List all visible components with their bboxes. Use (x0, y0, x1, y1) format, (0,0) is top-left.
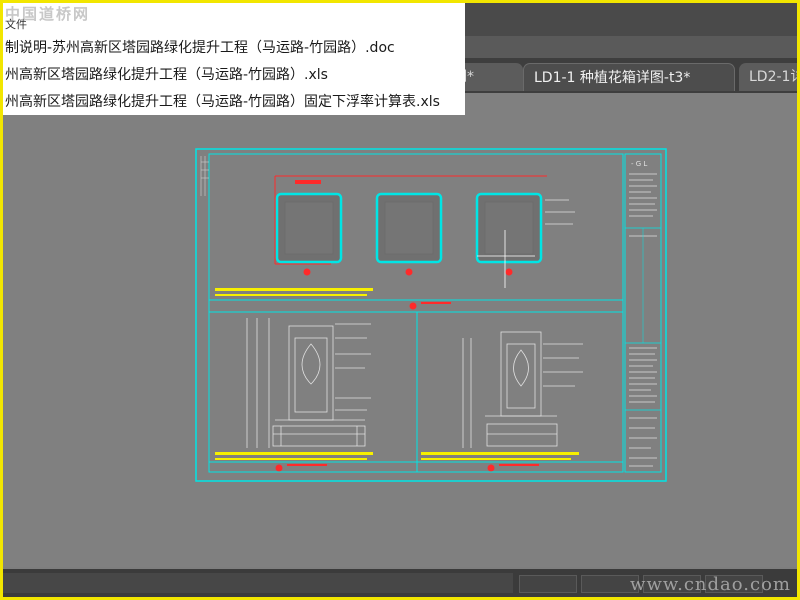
elevation-view-2 (421, 331, 583, 472)
command-line[interactable] (3, 573, 513, 593)
svg-text:- G L: - G L (631, 160, 647, 168)
layout-tab[interactable] (519, 575, 577, 593)
title-block: - G L (624, 153, 662, 473)
recent-file-item[interactable]: 制说明-苏州高新区塔园路绿化提升工程（马运路-竹园路）.doc (5, 37, 395, 57)
planter-plan-1 (275, 180, 343, 276)
site-watermark: www.cndao.com (630, 574, 791, 595)
elevation-view-1 (215, 318, 373, 472)
app-window: 明* LD1-1 种植花箱详图-t3* LD2-1详 - G L (0, 0, 800, 600)
binding-strip (200, 156, 209, 196)
planter-plan-3 (475, 192, 575, 288)
planter-plan-2 (375, 192, 443, 276)
plan-title (215, 288, 451, 310)
drawing-sheet: - G L (195, 148, 667, 482)
drawing-canvas[interactable]: - G L (3, 93, 797, 567)
tab-active-drawing[interactable]: LD1-1 种植花箱详图-t3* (523, 63, 735, 91)
popup-header-label: 文件 (5, 18, 27, 31)
recent-files-popup: 中国道桥网 文件 制说明-苏州高新区塔园路绿化提升工程（马运路-竹园路）.doc… (3, 3, 465, 115)
recent-file-item[interactable]: 州高新区塔园路绿化提升工程（马运路-竹园路）.xls (5, 64, 328, 84)
recent-file-item[interactable]: 州高新区塔园路绿化提升工程（马运路-竹园路）固定下浮率计算表.xls (5, 91, 440, 111)
tab-next-drawing[interactable]: LD2-1详 (739, 63, 797, 91)
